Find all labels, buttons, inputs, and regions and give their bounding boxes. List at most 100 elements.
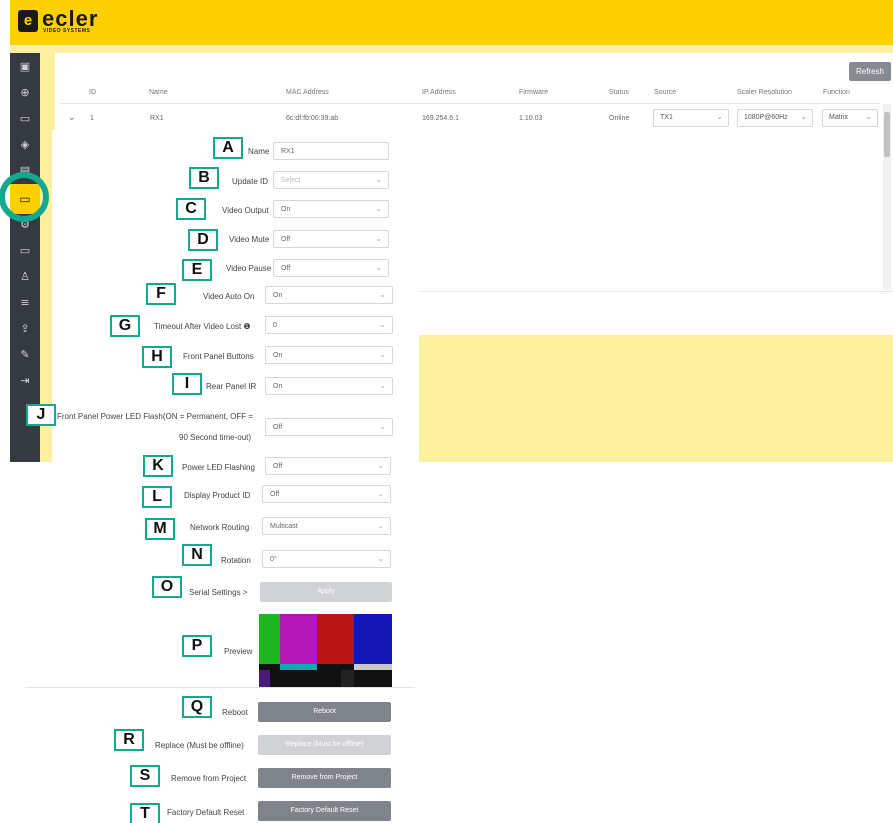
user-icon[interactable]: ♙ — [10, 267, 40, 287]
callout-p: P — [182, 635, 212, 657]
callout-c: C — [176, 198, 206, 220]
scaler-select[interactable]: 1080P@60Hz ⌄ — [737, 109, 813, 127]
front-panel-buttons-select[interactable]: On ⌄ — [265, 346, 393, 364]
video-output-select[interactable]: On ⌄ — [273, 200, 389, 218]
row-ip: 169.254.6.1 — [422, 115, 459, 122]
rotation-select[interactable]: 0° ⌄ — [262, 550, 391, 568]
remove-from-project-button[interactable]: Remove from Project — [258, 768, 391, 788]
preview-label: Preview — [224, 647, 253, 656]
power-led-flashing-select[interactable]: Off ⌄ — [265, 457, 391, 475]
grid-icon[interactable]: ▭ — [10, 241, 40, 261]
video-mute-label: Video Mute — [229, 235, 270, 244]
color-bar-cyan — [280, 664, 317, 670]
color-bar-red — [317, 614, 354, 664]
apply-button[interactable]: Apply — [260, 582, 392, 602]
scroll-thumb[interactable] — [884, 112, 890, 157]
led-flash-label-line1: Front Panel Power LED Flash(ON = Permane… — [57, 412, 254, 421]
callout-n: N — [182, 544, 212, 566]
replace-label: Replace (Must be offline) — [155, 741, 244, 750]
sliders-icon[interactable]: ≡ — [10, 293, 40, 313]
callout-i: I — [172, 373, 202, 395]
callout-k: K — [143, 455, 173, 477]
callout-h: H — [142, 346, 172, 368]
chevron-down-icon: ⌄ — [716, 112, 723, 121]
row-id: 1 — [90, 115, 94, 122]
tools-icon[interactable]: ✎ — [10, 345, 40, 365]
replace-button[interactable]: Replace (Must be offline) — [258, 735, 391, 755]
reboot-label: Reboot — [222, 708, 248, 717]
color-bar-magenta — [280, 614, 317, 664]
column-header-firmware: Firmware — [519, 89, 549, 96]
callout-t: T — [130, 803, 160, 823]
factory-reset-label: Factory Default Reset — [167, 808, 245, 817]
chevron-down-icon: ⌄ — [377, 489, 384, 498]
timeout-select[interactable]: 0 ⌄ — [265, 316, 393, 334]
chevron-down-icon: ⌄ — [377, 461, 384, 470]
column-header-function: Function — [823, 89, 850, 96]
callout-q: Q — [182, 696, 212, 718]
callout-b: B — [189, 167, 219, 189]
chevron-down-icon: ⌄ — [377, 554, 384, 563]
chevron-down-icon: ⌄ — [377, 521, 384, 530]
row-firmware: 1.10.03 — [519, 115, 543, 122]
callout-s: S — [130, 765, 160, 787]
chevron-right-icon: > — [242, 588, 248, 597]
led-flash-select[interactable]: Off ⌄ — [265, 418, 393, 436]
column-header-source: Source — [654, 89, 677, 96]
video-pause-select[interactable]: Off ⌄ — [273, 259, 389, 277]
highlight-circle — [0, 172, 49, 222]
serial-settings-link[interactable]: Serial Settings > — [189, 588, 248, 597]
rotation-label: Rotation — [221, 556, 251, 565]
rear-panel-ir-label: Rear Panel IR — [206, 382, 257, 391]
callout-g: G — [110, 315, 140, 337]
function-select[interactable]: Matrix ⌄ — [822, 109, 878, 127]
chevron-down-icon: ⌄ — [379, 290, 386, 299]
dashboard-icon[interactable]: ▣ — [10, 57, 40, 77]
reboot-button[interactable]: Reboot — [258, 702, 391, 722]
row-expand-icon[interactable]: ⌄ — [68, 112, 76, 123]
update-id-select[interactable]: Select ⌄ — [273, 171, 389, 189]
source-select[interactable]: TX1 ⌄ — [653, 109, 729, 127]
color-bar-green — [259, 614, 280, 664]
display-product-id-select[interactable]: Off ⌄ — [262, 485, 391, 503]
color-bar-purple — [259, 670, 270, 688]
name-field[interactable]: RX1 — [273, 142, 389, 160]
brand-subtitle: VIDEO SYSTEMS — [43, 28, 91, 34]
logout-icon[interactable]: ⇥ — [10, 371, 40, 391]
callout-d: D — [188, 229, 218, 251]
power-led-flashing-label: Power LED Flashing — [182, 463, 255, 472]
upload-icon[interactable]: ⇪ — [10, 319, 40, 339]
column-header-id: ID — [89, 89, 96, 96]
video-mute-select[interactable]: Off ⌄ — [273, 230, 389, 248]
callout-r: R — [114, 729, 144, 751]
device-list-icon[interactable]: ▭ — [10, 109, 40, 129]
video-pause-label: Video Pause — [226, 264, 272, 273]
column-header-status: Status — [609, 89, 629, 96]
chevron-down-icon: ⌄ — [800, 112, 807, 121]
video-auto-on-label: Video Auto On — [203, 292, 255, 301]
layers-icon[interactable]: ◈ — [10, 135, 40, 155]
chevron-down-icon: ⌄ — [379, 381, 386, 390]
rear-panel-ir-select[interactable]: On ⌄ — [265, 377, 393, 395]
chevron-down-icon: ⌄ — [375, 263, 382, 272]
callout-e: E — [182, 259, 212, 281]
header-divider — [60, 103, 880, 104]
network-routing-select[interactable]: Multicast ⌄ — [262, 517, 391, 535]
factory-reset-button[interactable]: Factory Default Reset — [258, 801, 391, 821]
column-header-scaler: Scaler Resolution — [737, 89, 792, 96]
row-name: RX1 — [150, 115, 164, 122]
form-divider — [25, 687, 415, 688]
chevron-down-icon: ⌄ — [379, 422, 386, 431]
chevron-down-icon: ⌄ — [379, 320, 386, 329]
callout-a: A — [213, 137, 243, 159]
video-auto-on-select[interactable]: On ⌄ — [265, 286, 393, 304]
color-bar-gray — [354, 664, 392, 670]
chevron-down-icon: ⌄ — [865, 112, 872, 121]
add-icon[interactable]: ⊕ — [10, 83, 40, 103]
info-icon[interactable]: ❶ — [243, 322, 250, 331]
ecler-logo-icon: e — [18, 10, 38, 32]
panel-divider — [395, 291, 893, 292]
chevron-down-icon: ⌄ — [375, 234, 382, 243]
refresh-button[interactable]: Refresh — [849, 62, 891, 81]
chevron-down-icon: ⌄ — [375, 204, 382, 213]
